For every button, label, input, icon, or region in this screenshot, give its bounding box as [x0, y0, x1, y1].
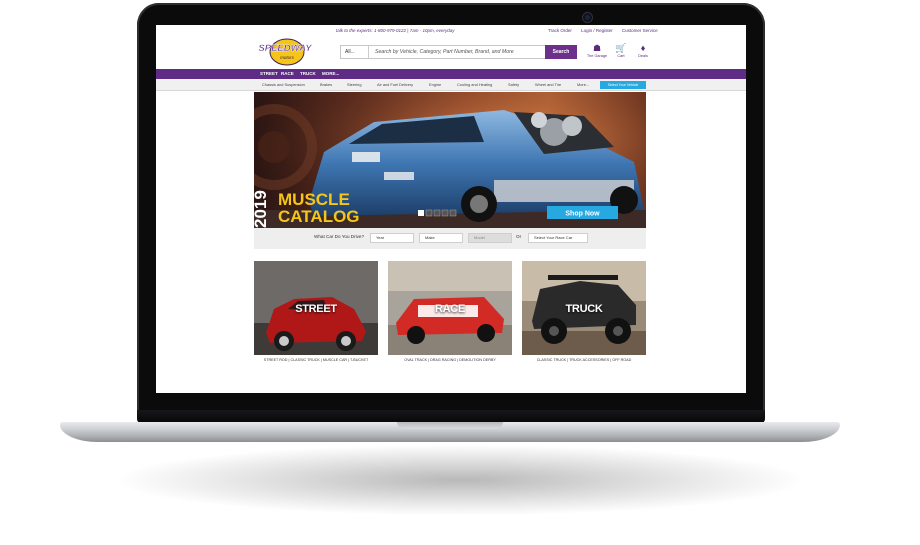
- hero-banner[interactable]: 2019 MUSCLE CATALOG Shop Now: [254, 92, 646, 228]
- garage-label: The Garage: [586, 54, 608, 58]
- garage-button[interactable]: ☗ The Garage: [586, 42, 608, 58]
- garage-icon: ☗: [592, 43, 602, 53]
- cart-label: Cart: [617, 54, 625, 58]
- truck-sublinks[interactable]: CLASSIC TRUCK | TRUCK ACCESSORIES | OFF …: [522, 358, 646, 362]
- race-sublinks[interactable]: OVAL TRACK | DRAG RACING | DEMOLITION DE…: [388, 358, 512, 362]
- header-icons: ☗ The Garage 🛒 Cart ♦ Deals: [586, 42, 656, 66]
- laptop-shadow: [120, 445, 800, 515]
- category-label-race: RACE: [435, 303, 465, 315]
- vehicle-selector-bar: What Car Do You Drive? Year Make Model O…: [254, 228, 646, 249]
- category-tile-truck[interactable]: TRUCK: [522, 261, 646, 355]
- shop-now-label: Shop Now: [565, 211, 600, 218]
- search-input[interactable]: Search by Vehicle, Category, Part Number…: [375, 46, 514, 58]
- utility-links: Track Order Login / Register Customer Se…: [548, 28, 666, 33]
- search-button[interactable]: Search: [545, 45, 577, 59]
- subnav-cooling[interactable]: Cooling and Heating: [457, 79, 492, 91]
- nav-race[interactable]: RACE: [281, 69, 294, 79]
- subnav-engine[interactable]: Engine: [429, 79, 441, 91]
- category-subnav: Chassis and Suspension Brakes Steering A…: [156, 79, 746, 91]
- speedway-logo[interactable]: SPEEDWAY motors: [254, 38, 316, 66]
- customer-service-link[interactable]: Customer Service: [622, 28, 658, 33]
- category-label-street: STREET: [295, 303, 337, 315]
- nav-more[interactable]: MORE...: [322, 69, 339, 79]
- subnav-wheel-tire[interactable]: Wheel and Tire: [535, 79, 561, 91]
- search-category-select[interactable]: All...: [341, 46, 369, 58]
- webcam: [583, 13, 592, 22]
- category-tile-street[interactable]: STREET: [254, 261, 378, 355]
- login-register-link[interactable]: Login / Register: [581, 28, 613, 33]
- cart-icon: 🛒: [615, 43, 627, 53]
- model-select[interactable]: Model: [468, 233, 512, 243]
- hero-title-line2: CATALOG: [278, 207, 360, 226]
- site-header: SPEEDWAY motors All... Search by Vehicle…: [156, 36, 746, 69]
- search-bar: All... Search by Vehicle, Category, Part…: [340, 45, 572, 59]
- browser-screen: talk to the experts: 1-800-979-0122 | 7a…: [156, 25, 746, 393]
- category-label-truck: TRUCK: [565, 303, 603, 315]
- tag-icon: ♦: [640, 43, 646, 53]
- or-text: Or: [516, 234, 522, 239]
- subnav-more[interactable]: More...: [577, 79, 589, 91]
- category-tile-race[interactable]: RACE: [388, 261, 512, 355]
- slide-dots: [418, 209, 457, 217]
- street-sublinks[interactable]: STREET ROD | CLASSIC TRUCK | MUSCLE CAR …: [254, 358, 378, 362]
- subnav-air-fuel[interactable]: Air and Fuel Delivery: [377, 79, 413, 91]
- category-tiles: STREET RACE TRUCK STREET ROD | CLASSIC T…: [254, 261, 646, 371]
- subnav-brakes[interactable]: Brakes: [320, 79, 332, 91]
- hero-image: 2019 MUSCLE CATALOG Shop Now: [254, 92, 646, 228]
- race-car-select[interactable]: Select Your Race Car: [528, 233, 588, 243]
- track-order-link[interactable]: Track Order: [548, 28, 572, 33]
- deals-label: Deals: [638, 54, 648, 58]
- top-utility-bar: talk to the experts: 1-800-979-0122 | 7a…: [156, 25, 746, 36]
- subnav-chassis[interactable]: Chassis and Suspension: [262, 79, 305, 91]
- nav-truck[interactable]: TRUCK: [300, 69, 316, 79]
- subnav-steering[interactable]: Steering: [347, 79, 362, 91]
- year-select[interactable]: Year: [370, 233, 414, 243]
- expert-phone-text: talk to the experts: 1-800-979-0122 | 7a…: [336, 28, 455, 33]
- logo-wordmark: SPEEDWAY: [258, 43, 313, 54]
- nav-street[interactable]: STREET: [260, 69, 278, 79]
- deals-button[interactable]: ♦ Deals: [632, 42, 654, 58]
- logo-subtext: motors: [280, 55, 295, 60]
- vehicle-question: What Car Do You Drive?: [314, 234, 365, 239]
- select-vehicle-button[interactable]: Select Your Vehicle: [600, 81, 646, 89]
- laptop-notch: [397, 422, 503, 429]
- subnav-safety[interactable]: Safety: [508, 79, 519, 91]
- hero-year: 2019: [254, 190, 270, 228]
- make-select[interactable]: Make: [419, 233, 463, 243]
- cart-button[interactable]: 🛒 Cart: [610, 42, 632, 58]
- main-nav: STREET RACE TRUCK MORE...: [156, 69, 746, 79]
